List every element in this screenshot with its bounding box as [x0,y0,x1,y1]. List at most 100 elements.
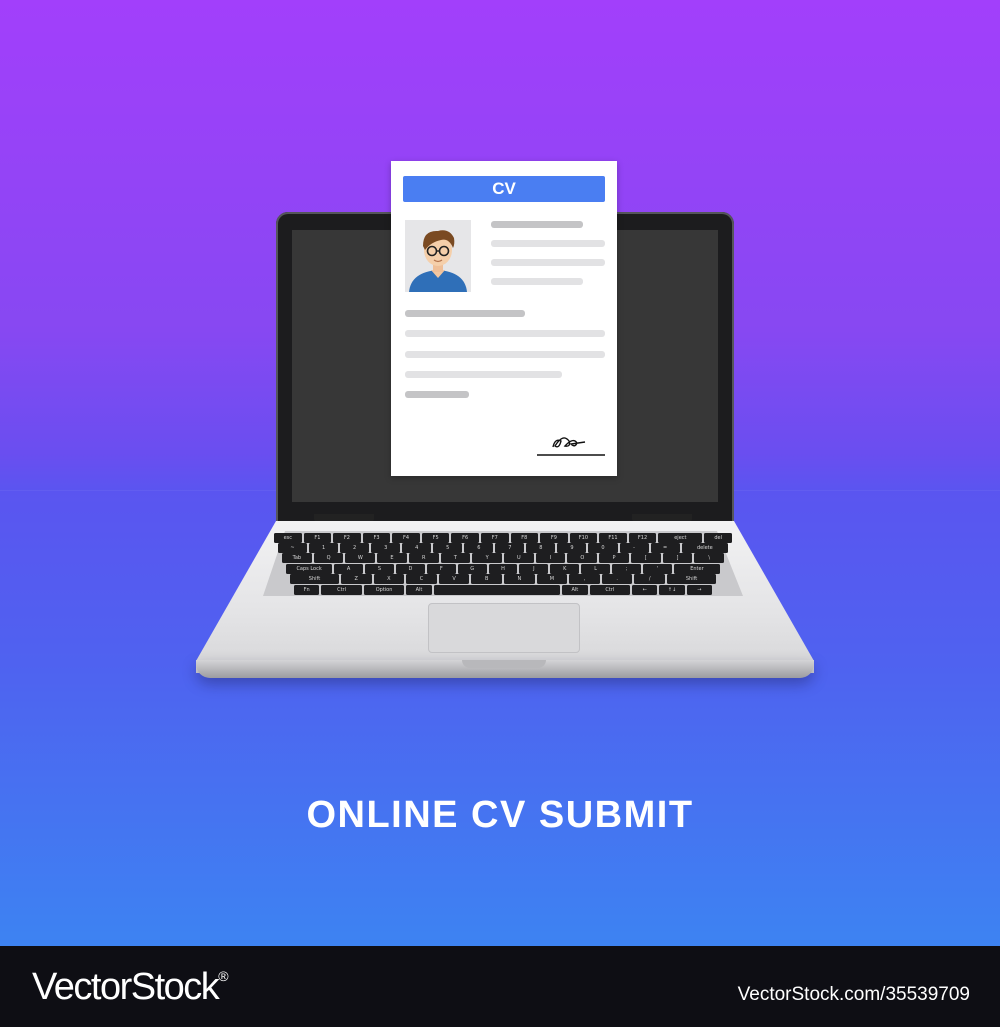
keyboard-key[interactable]: ; [612,564,641,574]
keyboard-key[interactable]: J [519,564,549,574]
keyboard-key[interactable]: Ctrl [589,585,631,595]
cv-text-line [405,351,605,358]
laptop-hinge-right [632,514,692,522]
keyboard-key[interactable]: \ [694,553,725,563]
keyboard-key[interactable]: delete [681,543,729,553]
keyboard-key[interactable]: Alt [562,585,588,595]
keyboard-key[interactable] [433,585,561,595]
keyboard-key[interactable]: Option [363,585,405,595]
keyboard-key[interactable]: S [365,564,394,574]
keyboard-key[interactable]: [ [630,553,661,563]
cv-detail-line [491,240,605,247]
keyboard-key[interactable]: W [345,553,376,563]
keyboard-key[interactable]: 0 [588,543,618,553]
cv-document[interactable]: CV [391,161,617,476]
keyboard-key[interactable]: F7 [480,533,509,543]
cv-text-line [405,371,562,378]
keyboard-key[interactable]: A [334,564,364,574]
keyboard-key[interactable]: G [457,564,487,574]
keyboard-key[interactable]: , [569,574,600,584]
keyboard-key[interactable]: Q [313,553,344,563]
keyboard-key[interactable]: ' [642,564,672,574]
keyboard-key[interactable]: F5 [421,533,450,543]
keyboard-key[interactable]: 7 [495,543,525,553]
keyboard-key[interactable]: 5 [433,543,463,553]
keyboard-key[interactable]: F1 [303,533,332,543]
keyboard-row: Fn Ctrl Option Alt Alt Ctrl ← ↑↓ → [294,585,712,595]
keyboard-key[interactable]: 2 [340,543,370,553]
keyboard-row: Shift Z X C V B N M,. / Shift [290,574,717,584]
keyboard-key[interactable]: T [440,553,471,563]
keyboard-key[interactable]: F4 [392,533,420,543]
keyboard-key[interactable]: 8 [526,543,556,553]
keyboard-key[interactable]: Enter [673,564,721,574]
keyboard-key[interactable]: → [686,585,712,595]
keyboard-key[interactable]: K [550,564,580,574]
keyboard-key[interactable]: / [634,574,666,584]
cv-text-line [405,330,605,337]
keyboard-key[interactable]: 4 [402,543,432,553]
keyboard-row: Caps Lock A S D F G H J K L; ' Enter [286,564,721,574]
keyboard-key[interactable]: D [395,564,425,574]
registered-mark: ® [218,968,229,984]
caption: ONLINE CV SUBMIT [306,794,694,836]
keyboard-key[interactable]: 1 [309,543,339,553]
keyboard-key[interactable]: F8 [510,533,539,543]
keyboard-key[interactable]: X [373,574,405,584]
keyboard-key[interactable]: L [581,564,611,574]
keyboard: esc F1 F2 F3 F4 F5 F6 F7 F8 F9 F10 F11 F12 eject del ~1… [268,533,738,595]
keyboard-key[interactable]: ↑↓ [659,585,685,595]
brand-name: VectorStock [32,966,220,1008]
keyboard-key[interactable]: Fn [294,585,320,595]
keyboard-key[interactable]: ] [662,553,693,563]
keyboard-key[interactable]: P [599,553,629,563]
keyboard-key[interactable]: V [438,574,470,584]
keyboard-key[interactable]: Shift [290,574,339,584]
keyboard-key[interactable]: ← [632,585,658,595]
cv-text-line [405,391,469,398]
keyboard-key[interactable]: Caps Lock [286,564,333,574]
keyboard-key[interactable]: esc [274,533,302,543]
keyboard-key[interactable]: Shift [667,574,717,584]
keyboard-key[interactable]: del [704,533,732,543]
laptop-hinge-left [314,514,374,522]
keyboard-key[interactable]: F12 [628,533,657,543]
keyboard-key[interactable]: H [488,564,518,574]
person-avatar-icon [405,220,471,292]
keyboard-key[interactable]: F [426,564,456,574]
keyboard-key[interactable]: Ctrl [321,585,362,595]
keyboard-key[interactable]: F3 [362,533,391,543]
keyboard-key[interactable]: M [536,574,568,584]
keyboard-key[interactable]: F2 [333,533,361,543]
keyboard-key[interactable]: F10 [569,533,598,543]
image-id: VectorStock.com/35539709 [737,984,970,1005]
keyboard-key[interactable]: Z [340,574,372,584]
keyboard-key[interactable]: N [504,574,535,584]
brand-logo[interactable]: VectorStock® [32,966,229,1009]
keyboard-key[interactable]: = [650,543,680,553]
keyboard-key[interactable]: Y [472,553,503,563]
keyboard-key[interactable]: F11 [599,533,627,543]
keyboard-key[interactable]: F9 [540,533,568,543]
keyboard-key[interactable]: . [601,574,633,584]
keyboard-key[interactable]: I [535,553,566,563]
keyboard-key[interactable]: 3 [371,543,401,553]
keyboard-key[interactable]: 6 [464,543,494,553]
keyboard-key[interactable]: F6 [451,533,479,543]
cv-header: CV [403,176,605,202]
keyboard-key[interactable]: E [377,553,407,563]
keyboard-key[interactable]: U [504,553,534,563]
laptop-notch [462,660,546,668]
keyboard-key[interactable]: eject [658,533,703,543]
keyboard-key[interactable]: 9 [557,543,587,553]
trackpad[interactable] [428,603,580,653]
keyboard-key[interactable]: C [406,574,437,584]
cv-detail-line [491,259,605,266]
keyboard-key[interactable]: ~ [278,543,308,553]
keyboard-key[interactable]: Tab [282,553,312,563]
keyboard-key[interactable]: Alt [406,585,432,595]
keyboard-key[interactable]: O [567,553,598,563]
keyboard-key[interactable]: R [408,553,439,563]
keyboard-key[interactable]: - [619,543,649,553]
keyboard-key[interactable]: B [471,574,503,584]
